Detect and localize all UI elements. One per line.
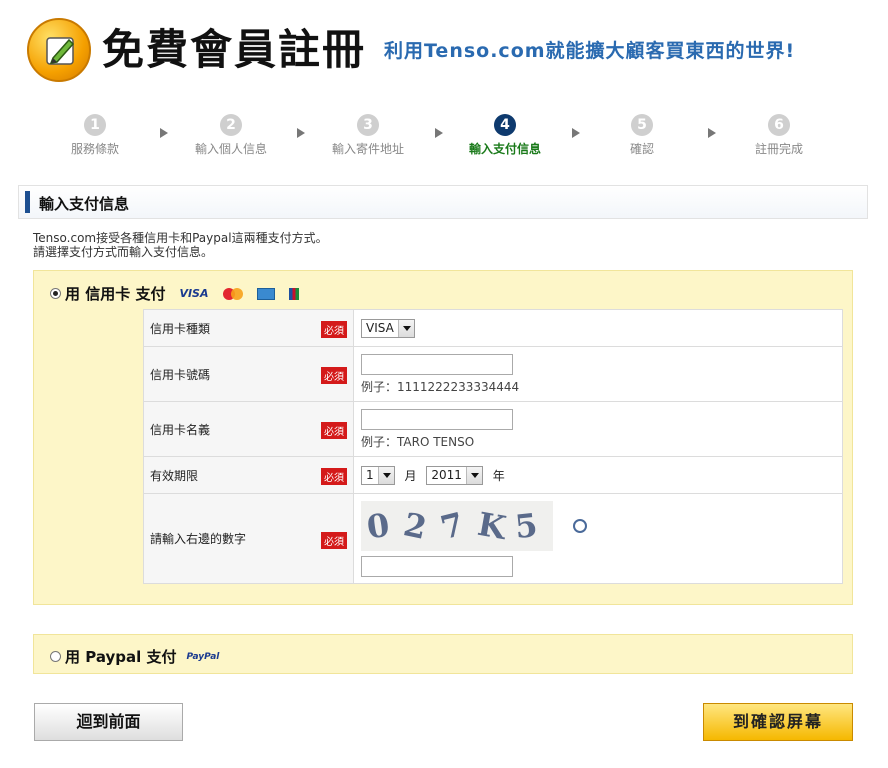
required-badge: 必須 bbox=[321, 422, 347, 439]
paypal-radio[interactable] bbox=[50, 651, 61, 662]
expiry-label: 有效期限 bbox=[150, 468, 199, 483]
card-name-example: 例子：TARO TENSO bbox=[361, 434, 475, 449]
credit-card-option-label: 用 信用卡 支付 bbox=[65, 285, 166, 303]
step-arrow-icon bbox=[297, 128, 305, 138]
captcha-glyph: 0 bbox=[364, 505, 392, 546]
step-label: 註冊完成 bbox=[754, 142, 803, 156]
step-number: 1 bbox=[84, 114, 106, 136]
step-number: 3 bbox=[357, 114, 379, 136]
captcha-label: 請輸入右邊的數字 bbox=[150, 532, 247, 546]
step-arrow-icon bbox=[572, 128, 580, 138]
expiry-label-cell: 有效期限 必須 bbox=[143, 456, 354, 494]
confirm-screen-button[interactable]: 到確認屏幕 bbox=[703, 703, 853, 741]
card-number-label-cell: 信用卡號碼 必須 bbox=[143, 346, 354, 402]
captcha-value-cell: 027K5 bbox=[353, 493, 843, 584]
step-arrow-icon bbox=[435, 128, 443, 138]
card-type-label-cell: 信用卡種類 必須 bbox=[143, 309, 354, 347]
step-arrow-icon bbox=[708, 128, 716, 138]
credit-card-form: 信用卡種類 必須 VISA 信用卡號碼 必須 例子：11112222333344… bbox=[143, 309, 843, 584]
form-row-captcha: 請輸入右邊的數字 必須 027K5 bbox=[143, 493, 843, 584]
credit-card-radio[interactable] bbox=[50, 288, 61, 299]
card-name-input[interactable] bbox=[361, 408, 513, 430]
captcha-glyph: 7 bbox=[436, 504, 468, 547]
expiry-value-cell: 1 月 2011 年 bbox=[353, 456, 843, 494]
step-4-active: 4 輸入支付信息 bbox=[450, 114, 560, 157]
back-button[interactable]: 迴到前面 bbox=[34, 703, 183, 741]
section-header: 輸入支付信息 bbox=[18, 185, 868, 219]
card-name-label: 信用卡名義 bbox=[150, 422, 211, 437]
step-2: 2 輸入個人信息 bbox=[176, 114, 286, 157]
page-header: 免費會員註冊 利用Tenso.com就能擴大顧客買東西的世界! bbox=[0, 0, 888, 86]
card-number-input[interactable] bbox=[361, 353, 513, 375]
chevron-down-icon[interactable] bbox=[465, 466, 482, 484]
captcha-image: 027K5 bbox=[361, 500, 553, 551]
card-number-value-cell: 例子：1111222233334444 bbox=[353, 346, 843, 402]
card-number-label: 信用卡號碼 bbox=[150, 367, 211, 382]
expiry-month-select[interactable]: 1 bbox=[361, 465, 395, 485]
page-subtitle: 利用Tenso.com就能擴大顧客買東西的世界! bbox=[384, 40, 796, 62]
step-label: 輸入寄件地址 bbox=[331, 142, 404, 156]
card-name-value-cell: 例子：TARO TENSO bbox=[353, 401, 843, 457]
chevron-down-icon[interactable] bbox=[397, 319, 414, 337]
mastercard-icon bbox=[222, 287, 243, 300]
card-brand-icons: VISA bbox=[179, 287, 299, 300]
step-label: 確認 bbox=[629, 142, 654, 156]
step-label: 輸入個人信息 bbox=[194, 142, 267, 156]
required-badge: 必須 bbox=[321, 531, 347, 549]
credit-card-panel: 用 信用卡 支付 VISA 信用卡種類 必須 VISA 信用卡號碼 必須 例子：… bbox=[33, 270, 853, 605]
captcha-glyph: 5 bbox=[513, 505, 540, 546]
payment-description: Tenso.com接受各種信用卡和Paypal這兩種支付方式。 請選擇支付方式而… bbox=[33, 231, 328, 259]
section-accent-bar bbox=[25, 191, 30, 213]
description-line-1: Tenso.com接受各種信用卡和Paypal這兩種支付方式。 bbox=[33, 231, 328, 245]
expiry-year-select[interactable]: 2011 bbox=[426, 465, 483, 485]
required-badge: 必須 bbox=[321, 321, 347, 338]
amex-icon bbox=[256, 287, 275, 300]
step-number: 4 bbox=[494, 114, 516, 136]
paypal-option-label: 用 Paypal 支付 bbox=[65, 648, 177, 666]
step-number: 6 bbox=[768, 114, 790, 136]
credit-card-option[interactable]: 用 信用卡 支付 VISA bbox=[50, 283, 299, 304]
jcb-icon bbox=[288, 287, 299, 300]
progress-steps: 1 服務條款 2 輸入個人信息 3 輸入寄件地址 4 輸入支付信息 5 確認 6… bbox=[40, 114, 860, 164]
step-arrow-icon bbox=[160, 128, 168, 138]
step-label: 服務條款 bbox=[70, 142, 119, 156]
card-type-select[interactable]: VISA bbox=[361, 318, 415, 338]
refresh-icon[interactable] bbox=[572, 518, 587, 533]
form-row-expiry: 有效期限 必須 1 月 2011 年 bbox=[143, 456, 843, 494]
year-unit: 年 bbox=[492, 468, 505, 483]
captcha-label-cell: 請輸入右邊的數字 必須 bbox=[143, 493, 354, 584]
required-badge: 必須 bbox=[321, 367, 347, 384]
page-title: 免費會員註冊 bbox=[102, 25, 367, 74]
captcha-glyph: 2 bbox=[400, 504, 430, 547]
visa-icon: VISA bbox=[179, 287, 209, 300]
month-unit: 月 bbox=[404, 468, 417, 483]
captcha-glyph: K bbox=[474, 504, 509, 547]
captcha-input[interactable] bbox=[361, 555, 513, 577]
section-title: 輸入支付信息 bbox=[39, 195, 130, 213]
chevron-down-icon[interactable] bbox=[377, 466, 394, 484]
form-row-card-type: 信用卡種類 必須 VISA bbox=[143, 309, 843, 347]
step-number: 5 bbox=[631, 114, 653, 136]
card-type-value-cell: VISA bbox=[353, 309, 843, 347]
description-line-2: 請選擇支付方式而輸入支付信息。 bbox=[33, 245, 214, 259]
expiry-year-selected: 2011 bbox=[431, 468, 462, 482]
paypal-logo-icon: PayPal bbox=[186, 651, 220, 662]
pencil-logo-icon bbox=[27, 18, 91, 82]
card-type-label: 信用卡種類 bbox=[150, 321, 211, 336]
card-name-label-cell: 信用卡名義 必須 bbox=[143, 401, 354, 457]
card-number-example: 例子：1111222233334444 bbox=[361, 379, 520, 394]
step-5: 5 確認 bbox=[587, 114, 697, 157]
step-number: 2 bbox=[220, 114, 242, 136]
form-row-card-number: 信用卡號碼 必須 例子：1111222233334444 bbox=[143, 346, 843, 402]
required-badge: 必須 bbox=[321, 468, 347, 485]
paypal-option[interactable]: 用 Paypal 支付 PayPal bbox=[50, 646, 219, 667]
step-1: 1 服務條款 bbox=[40, 114, 150, 157]
step-3: 3 輸入寄件地址 bbox=[313, 114, 423, 157]
form-row-card-name: 信用卡名義 必須 例子：TARO TENSO bbox=[143, 401, 843, 457]
expiry-month-selected: 1 bbox=[366, 468, 374, 482]
card-type-selected: VISA bbox=[366, 321, 394, 335]
step-label: 輸入支付信息 bbox=[468, 142, 541, 156]
step-6: 6 註冊完成 bbox=[724, 114, 834, 157]
paypal-panel: 用 Paypal 支付 PayPal bbox=[33, 634, 853, 674]
